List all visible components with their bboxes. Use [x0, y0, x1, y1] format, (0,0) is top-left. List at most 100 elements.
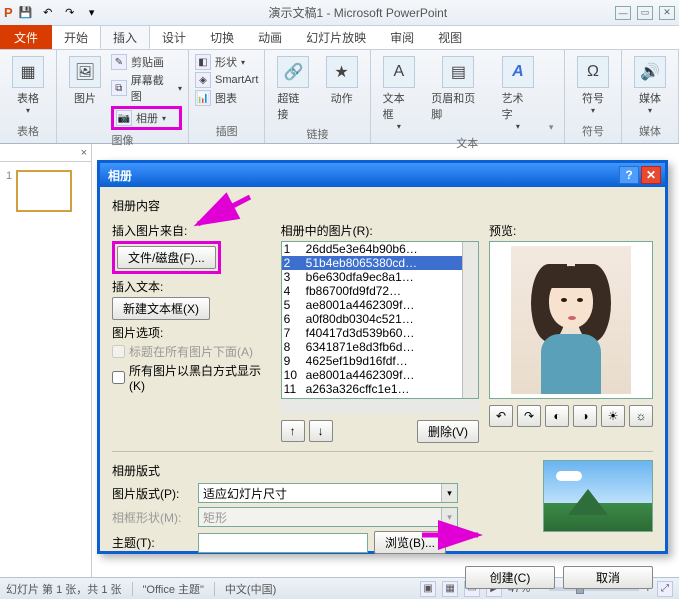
shapes-button[interactable]: ◧形状▾	[195, 54, 258, 70]
bright-down-button[interactable]: ☼	[629, 405, 653, 427]
restore-button[interactable]: ▭	[637, 6, 653, 20]
tab-transition[interactable]: 切换	[198, 25, 246, 49]
action-button[interactable]: ★动作	[320, 54, 364, 124]
redo-icon[interactable]: ↷	[61, 4, 79, 22]
list-item[interactable]: 11a263a326cffc1e1…	[282, 382, 478, 396]
list-item[interactable]: 5ae8001a4462309f…	[282, 298, 478, 312]
rotate-left-button[interactable]: ↶	[489, 405, 513, 427]
media-button[interactable]: 🔊媒体▾	[628, 54, 672, 117]
label-preview: 预览:	[489, 222, 653, 239]
dialog-close-button[interactable]: ✕	[641, 166, 661, 184]
label-pic-options: 图片选项:	[112, 324, 271, 341]
remove-button[interactable]: 删除(V)	[417, 420, 479, 443]
theme-field[interactable]	[198, 533, 368, 553]
symbol-icon: Ω	[577, 56, 609, 88]
chart-button[interactable]: 📊图表	[195, 90, 258, 106]
list-item[interactable]: 251b4eb8065380cd…	[282, 256, 478, 270]
dialog-title: 相册	[108, 167, 132, 184]
clipart-icon: ✎	[111, 54, 127, 70]
table-icon: ▦	[12, 56, 44, 88]
tab-insert[interactable]: 插入	[100, 25, 150, 49]
picture-button[interactable]: 🖼图片	[63, 54, 107, 130]
album-button[interactable]: 📷相册▾	[111, 106, 182, 130]
move-up-button[interactable]: ↑	[281, 420, 305, 442]
undo-icon[interactable]: ↶	[39, 4, 57, 22]
bright-up-button[interactable]: ☀	[601, 405, 625, 427]
dialog-titlebar: 相册 ? ✕	[100, 163, 665, 187]
list-scrollbar-v[interactable]	[462, 242, 478, 398]
browse-button[interactable]: 浏览(B)...	[374, 531, 446, 554]
layout-preview	[543, 460, 653, 532]
group-illustrations: 插图	[195, 121, 258, 141]
section-content: 相册内容	[112, 197, 653, 214]
album-icon: 📷	[116, 110, 132, 126]
group-tables: 表格	[6, 121, 50, 141]
title-bar: P 💾 ↶ ↷ ▾ 演示文稿1 - Microsoft PowerPoint —…	[0, 0, 679, 26]
slides-panel: × 1	[0, 144, 92, 577]
close-button[interactable]: ✕	[659, 6, 675, 20]
list-scrollbar-h[interactable]	[281, 398, 479, 414]
powerpoint-icon: P	[4, 5, 13, 20]
rotate-right-button[interactable]: ↷	[517, 405, 541, 427]
bw-checkbox[interactable]: 所有图片以黑白方式显示(K)	[112, 362, 271, 393]
tab-review[interactable]: 审阅	[378, 25, 426, 49]
tab-slideshow[interactable]: 幻灯片放映	[294, 25, 378, 49]
cancel-button[interactable]: 取消	[563, 566, 653, 589]
minimize-button[interactable]: —	[615, 6, 631, 20]
list-item[interactable]: 86341871e8d3fb6d…	[282, 340, 478, 354]
create-button[interactable]: 创建(C)	[465, 566, 555, 589]
label-insert-text: 插入文本:	[112, 278, 271, 295]
file-disk-button[interactable]: 文件/磁盘(F)...	[117, 246, 216, 269]
action-icon: ★	[326, 56, 358, 88]
list-item[interactable]: 10ae8001a4462309f…	[282, 368, 478, 382]
new-textbox-button[interactable]: 新建文本框(X)	[112, 297, 210, 320]
move-down-button[interactable]: ↓	[309, 420, 333, 442]
ribbon: ▦表格▾ 表格 🖼图片 ✎剪贴画 ⧉屏幕截图▾ 📷相册▾ 图像 ◧形状▾ ◈Sm…	[0, 50, 679, 144]
album-dialog: 相册 ? ✕ 相册内容 插入图片来自: 文件/磁盘(F)... 插入文本: 新建…	[97, 160, 668, 554]
list-item[interactable]: 7f40417d3d539b60…	[282, 326, 478, 340]
contrast-down-button[interactable]: ◑	[573, 405, 597, 427]
list-item[interactable]: 12e28559f0033aa49…	[282, 396, 478, 399]
label-theme: 主题(T):	[112, 534, 192, 551]
group-symbols: 符号	[571, 121, 615, 141]
screenshot-icon: ⧉	[111, 80, 127, 96]
caption-checkbox[interactable]: 标题在所有图片下面(A)	[112, 343, 271, 360]
list-item[interactable]: 6a0f80db0304c521…	[282, 312, 478, 326]
tab-view[interactable]: 视图	[426, 25, 474, 49]
save-icon[interactable]: 💾	[17, 4, 35, 22]
tab-design[interactable]: 设计	[150, 25, 198, 49]
headerfooter-button[interactable]: ▤页眉和页脚	[425, 54, 491, 133]
symbol-button[interactable]: Ω符号▾	[571, 54, 615, 117]
textbox-button[interactable]: A文本框▾	[377, 54, 422, 133]
wordart-button[interactable]: A艺术字▾	[496, 54, 541, 133]
text-group-expand-icon[interactable]: ▾	[549, 122, 554, 133]
group-links: 链接	[271, 124, 363, 144]
contrast-up-button[interactable]: ◐	[545, 405, 569, 427]
smartart-icon: ◈	[195, 72, 211, 88]
tab-file[interactable]: 文件	[0, 25, 52, 49]
picture-icon: 🖼	[69, 56, 101, 88]
screenshot-button[interactable]: ⧉屏幕截图▾	[111, 72, 182, 104]
hyperlink-icon: 🔗	[277, 56, 309, 88]
tables-button[interactable]: ▦表格▾	[6, 54, 50, 117]
hyperlink-button[interactable]: 🔗超链接	[271, 54, 315, 124]
list-item[interactable]: 126dd5e3e64b90b6…	[282, 242, 478, 256]
tab-animation[interactable]: 动画	[246, 25, 294, 49]
qat: P 💾 ↶ ↷ ▾	[4, 4, 101, 22]
list-item[interactable]: 3b6e630dfa9ec8a1…	[282, 270, 478, 284]
thumb-preview	[16, 170, 72, 212]
pic-layout-combo[interactable]: 适应幻灯片尺寸▾	[198, 483, 458, 503]
qat-dropdown-icon[interactable]: ▾	[83, 4, 101, 22]
smartart-button[interactable]: ◈SmartArt	[195, 72, 258, 88]
pane-close-button[interactable]: ×	[0, 144, 91, 162]
list-item[interactable]: 94625ef1b9d16fdf…	[282, 354, 478, 368]
group-media: 媒体	[628, 121, 672, 141]
clipart-button[interactable]: ✎剪贴画	[111, 54, 182, 70]
list-item[interactable]: 4fb86700fd9fd72…	[282, 284, 478, 298]
picture-listbox[interactable]: 126dd5e3e64b90b6…251b4eb8065380cd…3b6e63…	[281, 241, 479, 399]
slide-thumbnail[interactable]: 1	[6, 170, 85, 212]
dialog-help-button[interactable]: ?	[619, 166, 639, 184]
tab-home[interactable]: 开始	[52, 25, 100, 49]
label-pics-in-album: 相册中的图片(R):	[281, 222, 479, 239]
window-title: 演示文稿1 - Microsoft PowerPoint	[101, 4, 615, 21]
